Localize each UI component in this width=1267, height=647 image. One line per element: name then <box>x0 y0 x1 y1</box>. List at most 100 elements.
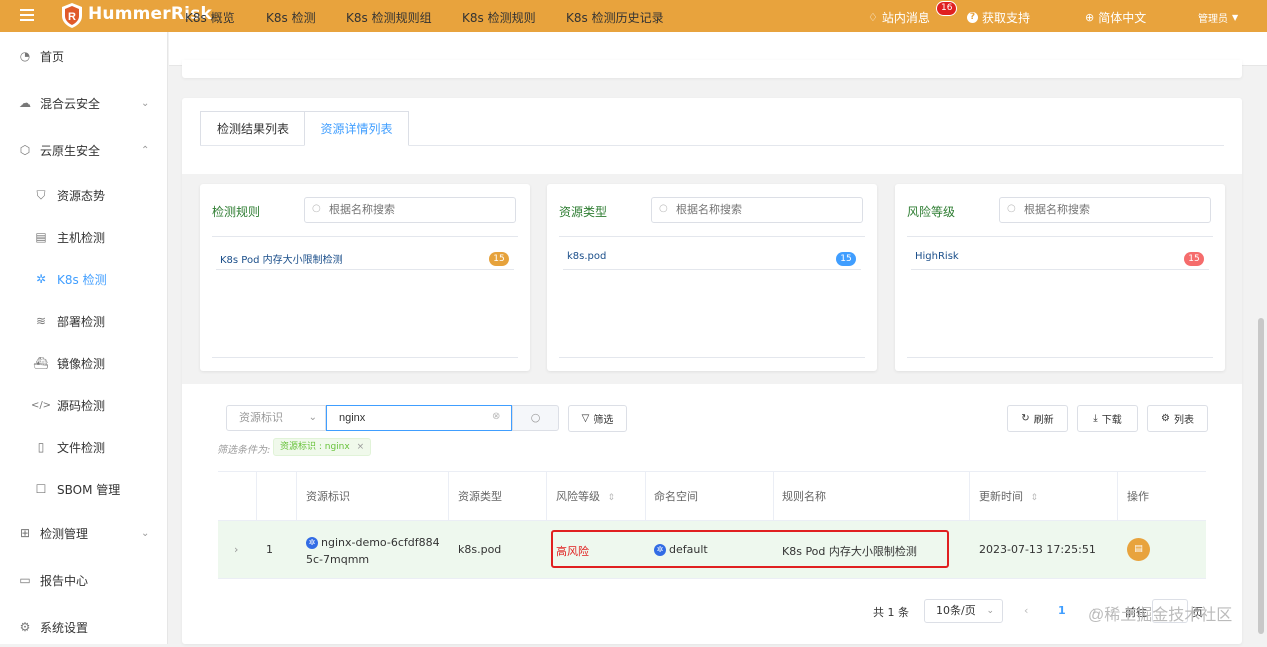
sort-icon[interactable]: ⇕ <box>1031 493 1039 503</box>
count-badge: 15 <box>1184 252 1204 266</box>
sidebar-item-k8s-detection[interactable]: ✲ K8s 检测 <box>0 259 168 299</box>
code-icon: </> <box>30 399 52 411</box>
column-header-namespace[interactable]: 命名空间 <box>654 488 698 504</box>
tab-k8s-detection[interactable]: K8s 检测 <box>266 9 316 26</box>
rule-search-input[interactable] <box>304 197 516 223</box>
cloud-icon: ☁ <box>19 96 31 110</box>
search-icon: ○ <box>659 203 668 214</box>
column-header-update-time[interactable]: 更新时间 ⇕ <box>979 488 1038 504</box>
divider <box>907 357 1213 358</box>
cloud-native-icon: ⬡ <box>19 143 31 157</box>
sidebar-item-deploy-detection[interactable]: ≋ 部署检测 <box>0 301 168 341</box>
column-header-resource-type[interactable]: 资源类型 <box>458 488 502 504</box>
chevron-down-icon: ⌄ <box>141 97 150 109</box>
search-button[interactable]: ○ <box>512 405 559 431</box>
column-header-resource-id[interactable]: 资源标识 <box>306 488 350 504</box>
sidebar-item-hybrid-cloud[interactable]: ☁ 混合云安全 ⌄ <box>0 83 168 123</box>
rule-list-item[interactable]: K8s Pod 内存大小限制检测 <box>220 251 343 266</box>
scrollbar[interactable] <box>1258 318 1264 634</box>
logo-icon: R <box>62 3 82 28</box>
rule-panel: 检测规则 ○ K8s Pod 内存大小限制检测 15 <box>200 184 530 371</box>
resource-id-cell[interactable]: ✲ nginx-demo-6cfdf884 5c-7mqmm <box>306 534 440 568</box>
sidebar-item-cloud-native[interactable]: ⬡ 云原生安全 ⌃ <box>0 130 168 170</box>
resource-type-search-input[interactable] <box>651 197 863 223</box>
gear-icon: ⚙ <box>19 620 31 634</box>
columns-button[interactable]: ⚙ 列表 <box>1147 405 1208 432</box>
document-icon: ▤ <box>1134 544 1143 554</box>
risk-level-search-input[interactable] <box>999 197 1211 223</box>
sidebar-item-resource-posture[interactable]: ⛉ 资源态势 <box>0 175 168 215</box>
filter-field-select[interactable]: 资源标识 ⌄ <box>226 405 326 431</box>
tab-k8s-history[interactable]: K8s 检测历史记录 <box>566 9 664 26</box>
filter-button[interactable]: ▽ 筛选 <box>568 405 627 432</box>
user-menu[interactable]: 管理员 ▼ <box>1198 10 1238 25</box>
view-detail-button[interactable]: ▤ <box>1127 538 1150 561</box>
divider <box>559 236 865 237</box>
layers-icon: ≋ <box>35 314 47 328</box>
docker-icon: ⛴ <box>33 356 49 370</box>
sidebar-item-host-detection[interactable]: ▤ 主机检测 <box>0 217 168 257</box>
filter-condition-label: 筛选条件为: <box>217 445 271 456</box>
divider <box>563 269 861 270</box>
search-icon: ○ <box>1007 203 1016 214</box>
download-button[interactable]: ⤓ 下载 <box>1077 405 1138 432</box>
tab-k8s-rules[interactable]: K8s 检测规则 <box>462 9 536 26</box>
column-header-actions: 操作 <box>1127 490 1149 503</box>
funnel-icon: ▽ <box>581 413 590 424</box>
filter-value-input[interactable] <box>326 405 512 431</box>
chevron-down-icon: ⌄ <box>986 606 994 616</box>
panel-title: 风险等级 <box>907 205 956 219</box>
divider <box>212 236 518 237</box>
download-icon: ⤓ <box>1093 413 1098 424</box>
tab-detection-results[interactable]: 检测结果列表 <box>200 111 305 146</box>
language-switch[interactable]: ⊕ 简体中文 <box>1085 9 1146 26</box>
monitor-icon: ▭ <box>19 573 31 587</box>
count-badge: 15 <box>836 252 856 266</box>
sidebar-item-report-center[interactable]: ▭ 报告中心 <box>0 560 168 600</box>
column-header-rule-name[interactable]: 规则名称 <box>782 488 826 504</box>
tab-resource-details[interactable]: 资源详情列表 <box>304 111 409 146</box>
support-link[interactable]: ? 获取支持 <box>967 9 1030 26</box>
kubernetes-icon: ✲ <box>306 537 318 549</box>
divider <box>907 236 1213 237</box>
sidebar-item-settings[interactable]: ⚙ 系统设置 <box>0 607 168 647</box>
messages-link[interactable]: ♢ 站内消息 <box>868 9 930 26</box>
divider <box>216 269 514 270</box>
sidebar-item-sbom[interactable]: ☐ SBOM 管理 <box>0 469 168 509</box>
sidebar-item-detection-management[interactable]: ⊞ 检测管理 ⌄ <box>0 513 168 553</box>
gear-icon: ⚙ <box>1161 413 1170 424</box>
resource-type-list-item[interactable]: k8s.pod <box>567 251 606 262</box>
filter-condition-tag[interactable]: 资源标识 : nginx × <box>273 438 372 456</box>
divider <box>559 357 865 358</box>
risk-level-panel: 风险等级 ○ HighRisk 15 <box>895 184 1225 371</box>
expand-chevron-icon[interactable]: › <box>234 543 238 556</box>
update-time-cell: 2023-07-13 17:25:51 <box>979 543 1096 556</box>
prev-page-icon[interactable]: ‹ <box>1024 604 1028 617</box>
caret-down-icon: ▼ <box>1232 13 1239 22</box>
shield-icon: ⛉ <box>36 187 46 202</box>
divider <box>911 269 1209 270</box>
page-number-current[interactable]: 1 <box>1058 604 1066 617</box>
clear-icon[interactable]: ⊗ <box>492 411 500 422</box>
tab-k8s-rule-groups[interactable]: K8s 检测规则组 <box>346 9 432 26</box>
count-badge: 15 <box>489 252 509 266</box>
close-icon[interactable]: × <box>357 442 365 452</box>
sidebar-item-image-detection[interactable]: ⛴ 镜像检测 <box>0 343 168 383</box>
page-size-select[interactable]: 10条/页 ⌄ <box>924 599 1003 623</box>
messages-count-badge: 16 <box>936 1 958 16</box>
sidebar-item-home[interactable]: ◔ 首页 <box>0 36 168 76</box>
sbom-icon: ☐ <box>35 482 47 496</box>
sidebar-item-code-detection[interactable]: </> 源码检测 <box>0 385 168 425</box>
highlight-box <box>551 530 949 568</box>
sidebar-item-file-detection[interactable]: ▯ 文件检测 <box>0 427 168 467</box>
refresh-button[interactable]: ↻ 刷新 <box>1007 405 1068 432</box>
menu-toggle-icon[interactable] <box>20 9 34 21</box>
dashboard-icon: ◔ <box>19 49 31 63</box>
column-header-risk-level[interactable]: 风险等级 ⇕ <box>556 488 615 504</box>
risk-level-list-item[interactable]: HighRisk <box>915 251 959 262</box>
sort-icon[interactable]: ⇕ <box>608 493 616 503</box>
resource-type-panel: 资源类型 ○ k8s.pod 15 <box>547 184 877 371</box>
tab-k8s-overview[interactable]: K8s 概览 <box>185 9 235 26</box>
kubernetes-icon: ✲ <box>35 272 47 286</box>
server-icon: ▤ <box>35 230 47 244</box>
